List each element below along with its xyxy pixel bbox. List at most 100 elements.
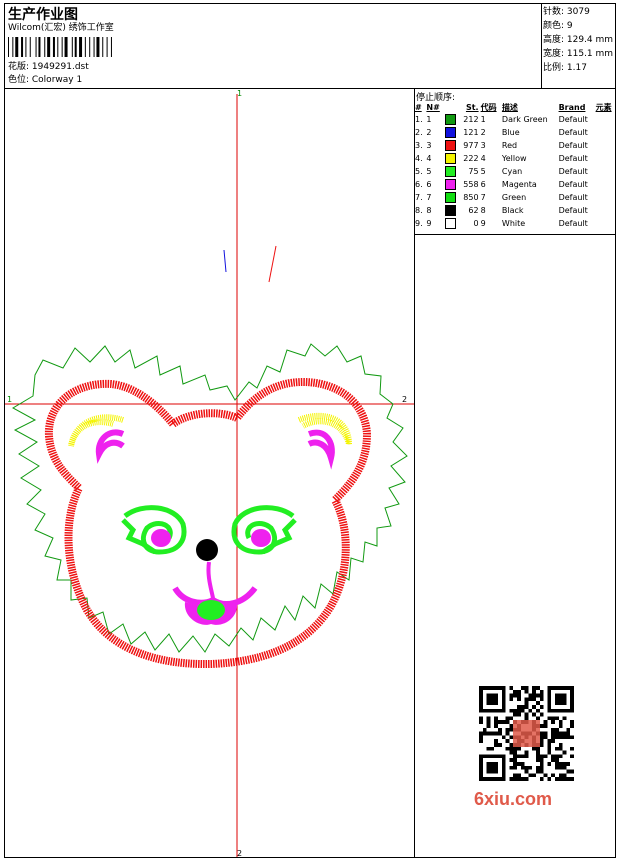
barcode-bar: [25, 37, 27, 57]
needle-number: 8: [426, 206, 432, 215]
design-scale: 比例: 1.17: [543, 63, 587, 73]
color-swatch: [444, 113, 459, 126]
table-row: 5. 5 75 5 Cyan Default: [414, 165, 616, 178]
stop-index: 6.: [415, 180, 423, 189]
right-eye-highlight: [251, 529, 271, 547]
barcode-bar: [44, 37, 46, 57]
col-header-brand: Brand: [558, 102, 586, 112]
thread-code: 2: [480, 128, 486, 137]
thread-description: Dark Green: [501, 115, 548, 124]
barcode-bar: [96, 37, 100, 57]
swatch-square: [444, 166, 456, 177]
color-swatch: [444, 165, 459, 178]
stop-index: 3.: [415, 141, 423, 150]
embroidery-preview: 1 2 1 2: [5, 90, 414, 857]
stop-index: 2.: [415, 128, 423, 137]
colorway-name: 色位: Colorway 1: [8, 75, 83, 85]
thread-code: 3: [480, 141, 486, 150]
col-header-color: [444, 101, 459, 113]
stop-index: 1.: [415, 115, 423, 124]
page-title: 生产作业图: [8, 7, 78, 23]
col-header-description: 描述: [501, 102, 518, 112]
element-cell: [595, 152, 616, 165]
company-name: Wilcom(汇宏) 绣饰工作室: [8, 23, 114, 33]
blue-jump-stitch: [223, 249, 227, 273]
table-bottom-rule: [414, 234, 616, 235]
element-cell: [595, 191, 616, 204]
table-row: 3. 3 977 3 Red Default: [414, 139, 616, 152]
barcode-bar: [71, 37, 73, 57]
color-count: 颜色: 9: [543, 21, 573, 31]
thread-description: Cyan: [501, 167, 523, 176]
thread-description: Blue: [501, 128, 520, 137]
thread-brand: Default: [558, 180, 588, 189]
stitch-count-cell: 0: [473, 219, 479, 228]
color-swatch: [444, 152, 459, 165]
barcode-bar: [79, 37, 83, 57]
thread-code: 8: [480, 206, 486, 215]
stitch-count-cell: 62: [468, 206, 479, 215]
left-ear-magenta: [95, 429, 125, 464]
swatch-square: [444, 153, 456, 164]
element-cell: [595, 217, 616, 230]
swatch-square: [444, 218, 456, 229]
left-eye-highlight: [151, 529, 171, 547]
muzzle-line: [206, 561, 215, 599]
color-swatch: [444, 191, 459, 204]
element-cell: [595, 204, 616, 217]
col-header-stitches: St.: [465, 102, 479, 112]
barcode-bar: [12, 37, 14, 57]
thread-brand: Default: [558, 154, 588, 163]
stitch-count-cell: 977: [463, 141, 479, 150]
design-width: 宽度: 115.1 mm: [543, 49, 614, 59]
axis-bottom-label: 2: [237, 849, 242, 857]
thread-description: Magenta: [501, 180, 537, 189]
pattern-name: 花版: 1949291.dst: [8, 62, 89, 72]
stitch-count-cell: 222: [463, 154, 479, 163]
needle-number: 3: [426, 141, 432, 150]
stitch-count-cell: 850: [463, 193, 479, 202]
barcode-bar: [57, 37, 59, 57]
thread-brand: Default: [558, 115, 588, 124]
stitch-count-cell: 121: [463, 128, 479, 137]
element-cell: [595, 126, 616, 139]
color-swatch: [444, 178, 459, 191]
table-row: 6. 6 558 6 Magenta Default: [414, 178, 616, 191]
thread-code: 4: [480, 154, 486, 163]
stop-sequence-table: # N# St. 代码 描述 Brand 元素 1. 1 212 1 Dark Gree…: [414, 101, 616, 230]
thread-code: 7: [480, 193, 486, 202]
col-header-needle: N#: [426, 102, 440, 112]
right-ear-yellow: [297, 413, 352, 446]
thread-brand: Default: [558, 167, 588, 176]
barcode-bar: [15, 37, 19, 57]
table-row: 9. 9 0 9 White Default: [414, 217, 616, 230]
barcode-bar: [110, 37, 112, 57]
nose: [196, 539, 218, 561]
thread-brand: Default: [558, 219, 588, 228]
col-header-element: 元素: [595, 102, 612, 112]
needle-number: 6: [426, 180, 432, 189]
thread-description: Black: [501, 206, 524, 215]
element-cell: [595, 139, 616, 152]
table-header-row: # N# St. 代码 描述 Brand 元素: [414, 101, 616, 113]
needle-number: 9: [426, 219, 432, 228]
color-swatch: [444, 126, 459, 139]
table-row: 2. 2 121 2 Blue Default: [414, 126, 616, 139]
needle-number: 7: [426, 193, 432, 202]
barcode: [8, 37, 112, 57]
tongue-green: [197, 600, 225, 620]
thread-code: 6: [480, 180, 486, 189]
swatch-square: [444, 192, 456, 203]
stop-index: 4.: [415, 154, 423, 163]
element-cell: [595, 113, 616, 126]
needle-number: 5: [426, 167, 432, 176]
barcode-bar: [102, 37, 104, 57]
stop-index: 9.: [415, 219, 423, 228]
barcode-bar: [93, 37, 95, 57]
barcode-bar: [84, 37, 86, 57]
table-row: 8. 8 62 8 Black Default: [414, 204, 616, 217]
watermark-text: 6xiu.com: [474, 789, 553, 809]
thread-brand: Default: [558, 193, 588, 202]
barcode-bar: [21, 37, 24, 57]
thread-brand: Default: [558, 141, 588, 150]
